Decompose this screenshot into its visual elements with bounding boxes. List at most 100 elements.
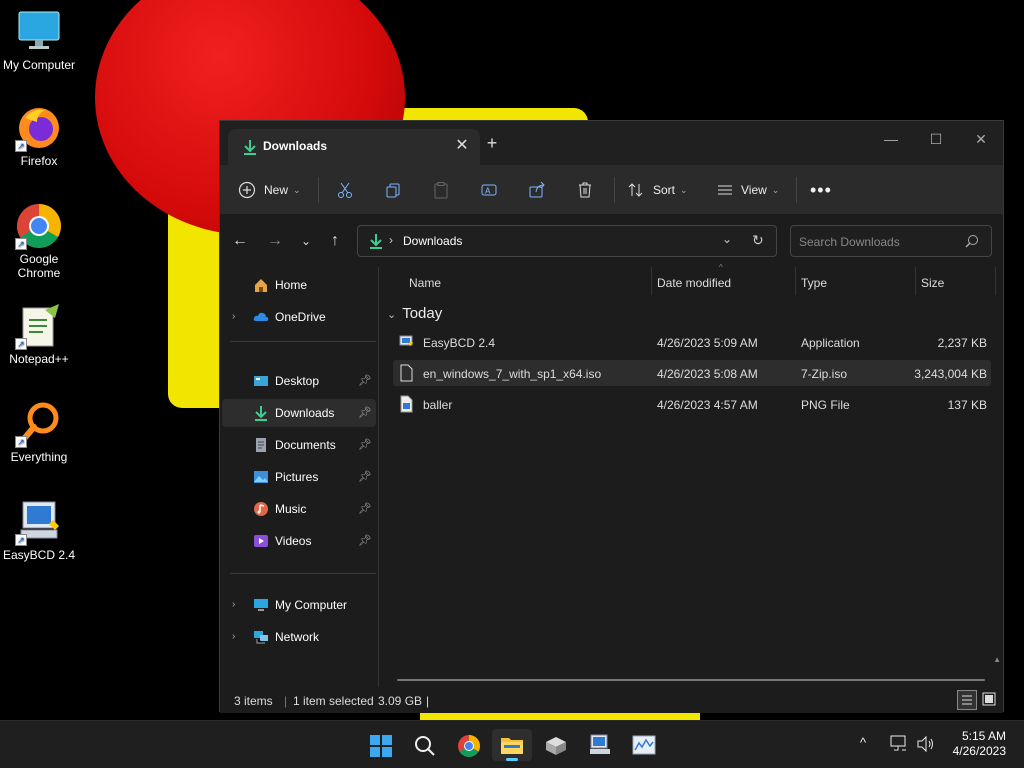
sidebar-item-label: My Computer bbox=[275, 598, 348, 612]
sidebar-item-label: Network bbox=[275, 630, 320, 644]
copy-button[interactable] bbox=[384, 175, 402, 205]
cut-button[interactable] bbox=[336, 175, 354, 205]
monitor-icon bbox=[15, 8, 63, 56]
column-divider[interactable] bbox=[651, 267, 652, 295]
column-header-type[interactable]: Type bbox=[801, 276, 827, 290]
sidebar-item-videos[interactable]: Videos 📌︎ bbox=[222, 527, 376, 555]
desktop-icon-my-computer[interactable]: My Computer bbox=[0, 8, 78, 72]
sidebar-item-downloads[interactable]: Downloads 📌︎ bbox=[222, 399, 376, 427]
chevron-down-icon[interactable]: ⌄ bbox=[722, 232, 732, 246]
search-button[interactable] bbox=[404, 729, 444, 761]
sidebar-item-my-computer[interactable]: › My Computer bbox=[222, 591, 376, 619]
desktop-icon-chrome[interactable]: ↗ Google Chrome bbox=[0, 202, 78, 280]
share-button[interactable] bbox=[528, 175, 546, 205]
performance-monitor-icon bbox=[632, 735, 656, 758]
sidebar-item-desktop[interactable]: Desktop 📌︎ bbox=[222, 367, 376, 395]
sidebar-item-label: Desktop bbox=[275, 374, 320, 388]
horizontal-scrollbar[interactable] bbox=[397, 679, 985, 681]
up-arrow-icon[interactable]: ↑ bbox=[325, 231, 345, 251]
search-box[interactable]: Search Downloads bbox=[790, 225, 992, 257]
start-button[interactable] bbox=[360, 729, 400, 761]
network-status-icon[interactable] bbox=[890, 735, 910, 756]
divider bbox=[230, 341, 376, 342]
sidebar-item-music[interactable]: Music 📌︎ bbox=[222, 495, 376, 523]
taskbar-monitor-app[interactable] bbox=[624, 729, 664, 761]
sidebar-item-pictures[interactable]: Pictures 📌︎ bbox=[222, 463, 376, 491]
sidebar-item-documents[interactable]: Documents 📌︎ bbox=[222, 431, 376, 459]
chevron-right-icon[interactable]: › bbox=[232, 631, 235, 642]
search-icon bbox=[965, 234, 979, 251]
forward-arrow-icon[interactable]: → bbox=[265, 231, 285, 251]
volume-icon[interactable] bbox=[916, 735, 936, 756]
taskbar-easybcd[interactable] bbox=[580, 729, 620, 761]
taskbar-file-explorer[interactable] bbox=[492, 729, 532, 761]
breadcrumb-downloads[interactable]: Downloads bbox=[403, 234, 462, 248]
tab-title: Downloads bbox=[263, 139, 328, 153]
maximize-button[interactable]: ☐ bbox=[916, 125, 956, 153]
rename-button[interactable]: A bbox=[480, 175, 498, 205]
column-header-row: Name Date modified ^ Type Size bbox=[379, 263, 1003, 295]
column-divider[interactable] bbox=[795, 267, 796, 295]
pin-icon[interactable]: 📌︎ bbox=[358, 438, 372, 451]
pin-icon[interactable]: 📌︎ bbox=[358, 374, 372, 387]
chevron-right-icon[interactable]: › bbox=[232, 599, 235, 610]
desktop-icon-label: My Computer bbox=[2, 58, 76, 72]
back-arrow-icon[interactable]: ← bbox=[230, 231, 250, 251]
column-divider[interactable] bbox=[915, 267, 916, 295]
details-view-icon[interactable] bbox=[957, 690, 977, 710]
close-tab-icon[interactable]: ✕ bbox=[452, 136, 472, 156]
music-folder-icon bbox=[253, 501, 269, 517]
pin-icon[interactable]: 📌︎ bbox=[358, 470, 372, 483]
shortcut-arrow-icon: ↗ bbox=[15, 338, 27, 350]
column-divider[interactable] bbox=[995, 267, 996, 295]
shortcut-arrow-icon: ↗ bbox=[15, 238, 27, 250]
status-bar: 3 items | 1 item selected 3.09 GB | bbox=[220, 687, 1003, 713]
scroll-up-icon[interactable]: ▲ bbox=[993, 655, 1001, 664]
tiles-view-icon[interactable] bbox=[980, 690, 1000, 710]
shortcut-arrow-icon: ↗ bbox=[15, 140, 27, 152]
close-window-button[interactable]: ✕ bbox=[961, 125, 1001, 153]
desktop-folder-icon bbox=[253, 373, 269, 389]
system-clock[interactable]: 5:15 AM 4/26/2023 bbox=[953, 729, 1006, 759]
refresh-icon[interactable]: ↻ bbox=[752, 232, 764, 249]
taskbar-chrome[interactable] bbox=[448, 729, 488, 761]
recent-locations-chevron-icon[interactable]: ⌄ bbox=[296, 231, 316, 251]
pin-icon[interactable]: 📌︎ bbox=[358, 534, 372, 547]
shortcut-arrow-icon: ↗ bbox=[15, 436, 27, 448]
desktop-icon-notepadpp[interactable]: ↗ Notepad++ bbox=[0, 302, 78, 366]
group-header-today[interactable]: ⌄ Today bbox=[387, 305, 442, 322]
tab-downloads[interactable]: Downloads ✕ bbox=[228, 129, 480, 165]
pin-icon[interactable]: 📌︎ bbox=[358, 502, 372, 515]
file-row-baller[interactable]: baller 4/26/2023 4:57 AM PNG File 137 KB bbox=[393, 391, 991, 417]
sidebar-item-network[interactable]: › Network bbox=[222, 623, 376, 651]
desktop-icon-easybcd[interactable]: ↗ EasyBCD 2.4 bbox=[0, 498, 78, 562]
view-button[interactable]: View ⌄ bbox=[716, 175, 779, 205]
download-arrow-icon bbox=[242, 139, 258, 158]
address-bar[interactable]: › Downloads ⌄ ↻ bbox=[357, 225, 777, 257]
desktop-icon-firefox[interactable]: ↗ Firefox bbox=[0, 104, 78, 168]
paste-button[interactable] bbox=[432, 175, 450, 205]
desktop-icon-everything[interactable]: ↗ Everything bbox=[0, 400, 78, 464]
minimize-button[interactable]: — bbox=[871, 125, 911, 153]
column-header-date[interactable]: Date modified bbox=[657, 276, 731, 290]
column-header-size[interactable]: Size bbox=[921, 276, 944, 290]
file-size: 137 KB bbox=[947, 398, 987, 412]
column-header-name[interactable]: Name bbox=[409, 276, 441, 290]
pin-icon[interactable]: 📌︎ bbox=[358, 406, 372, 419]
chevron-down-icon: ⌄ bbox=[387, 309, 397, 321]
delete-button[interactable] bbox=[576, 175, 594, 205]
sidebar-item-onedrive[interactable]: › OneDrive bbox=[222, 303, 376, 331]
desktop-icon-label: Google Chrome bbox=[17, 252, 61, 280]
show-hidden-icons-chevron-icon[interactable]: ^ bbox=[860, 735, 866, 750]
chevron-right-icon[interactable]: › bbox=[232, 311, 235, 322]
more-options-icon[interactable]: ••• bbox=[810, 175, 832, 205]
search-input[interactable]: Search Downloads bbox=[799, 235, 900, 249]
sort-button[interactable]: Sort ⌄ bbox=[627, 175, 688, 205]
file-row-windows-iso[interactable]: en_windows_7_with_sp1_x64.iso 4/26/2023 … bbox=[393, 360, 991, 386]
desktop-icon-label: Notepad++ bbox=[9, 352, 69, 366]
new-tab-button[interactable]: + bbox=[482, 133, 502, 153]
new-button[interactable]: New ⌄ bbox=[238, 175, 301, 205]
taskbar-app-box[interactable] bbox=[536, 729, 576, 761]
sidebar-item-home[interactable]: Home bbox=[222, 271, 376, 299]
file-row-easybcd[interactable]: EasyBCD 2.4 4/26/2023 5:09 AM Applicatio… bbox=[393, 329, 991, 355]
